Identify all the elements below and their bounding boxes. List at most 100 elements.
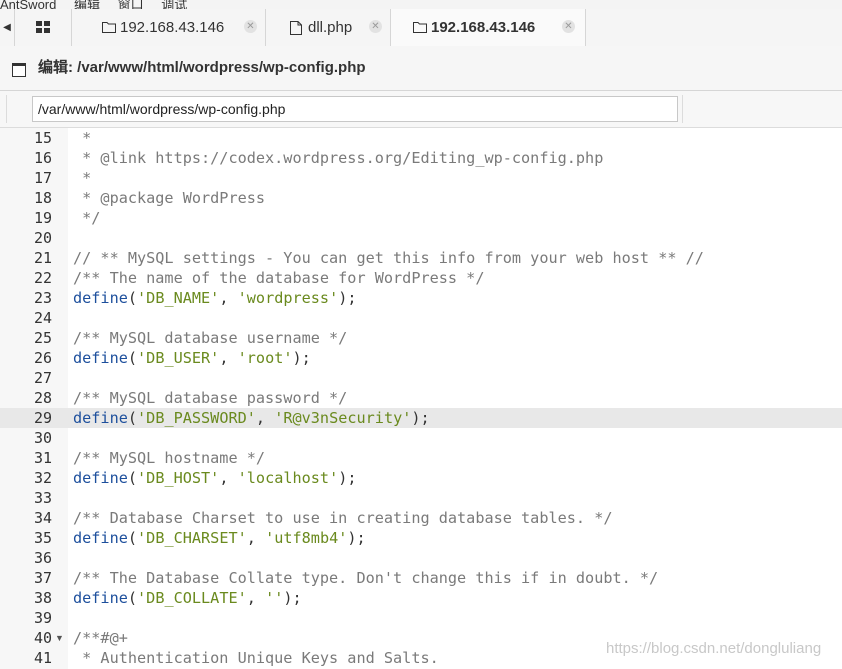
- tab-label: 192.168.43.146: [120, 19, 225, 36]
- line-number: 35: [33, 529, 52, 547]
- tab-home[interactable]: [15, 9, 72, 46]
- code-text: /** Database Charset to use in creating …: [73, 509, 613, 527]
- tab-dll-php[interactable]: dll.php ✕: [266, 9, 391, 46]
- code-line[interactable]: 31 /** MySQL hostname */: [0, 448, 842, 468]
- code-text: * @package WordPress: [73, 189, 266, 207]
- line-number: 24: [33, 309, 52, 327]
- code-text: * @link https://codex.wordpress.org/Edit…: [73, 149, 604, 167]
- code-line[interactable]: 26 define('DB_USER', 'root');: [0, 348, 842, 368]
- code-line[interactable]: 32 define('DB_HOST', 'localhost');: [0, 468, 842, 488]
- code-line[interactable]: 37 /** The Database Collate type. Don't c…: [0, 568, 842, 588]
- menu-item-edit[interactable]: 编辑: [74, 0, 100, 9]
- code-text: *: [73, 169, 92, 187]
- code-line[interactable]: 33: [0, 488, 842, 508]
- code-line[interactable]: 29 define('DB_PASSWORD', 'R@v3nSecurity')…: [0, 408, 842, 428]
- code-line[interactable]: 30: [0, 428, 842, 448]
- code-line[interactable]: 19 */: [0, 208, 842, 228]
- folder-icon: [102, 22, 116, 33]
- code-text: // ** MySQL settings - You can get this …: [73, 249, 704, 267]
- code-text: /** MySQL hostname */: [73, 449, 266, 467]
- fold-caret-icon[interactable]: ▼: [55, 628, 64, 648]
- code-line[interactable]: 23 define('DB_NAME', 'wordpress');: [0, 288, 842, 308]
- line-number: 20: [33, 229, 52, 247]
- toolbar-divider: [6, 95, 7, 123]
- line-number: 25: [33, 329, 52, 347]
- code-line[interactable]: 22 /** The name of the database for WordP…: [0, 268, 842, 288]
- code-text: define('DB_USER', 'root');: [73, 349, 311, 367]
- menu-item-antsword[interactable]: AntSword: [0, 0, 56, 9]
- code-line[interactable]: 15 *: [0, 128, 842, 148]
- line-number: 40: [33, 629, 52, 647]
- line-number: 23: [33, 289, 52, 307]
- tab-scroll-left-button[interactable]: ◀: [0, 9, 15, 46]
- line-number: 15: [33, 129, 52, 147]
- line-number: 21: [33, 249, 52, 267]
- code-text: *: [73, 129, 92, 147]
- code-text: /** The name of the database for WordPre…: [73, 269, 485, 287]
- code-line[interactable]: 20: [0, 228, 842, 248]
- code-line[interactable]: 27: [0, 368, 842, 388]
- code-text: */: [73, 209, 101, 227]
- line-number: 28: [33, 389, 52, 407]
- line-number: 41: [33, 649, 52, 667]
- menu-item-window[interactable]: 窗口: [118, 0, 144, 9]
- close-icon[interactable]: ✕: [562, 20, 575, 33]
- line-number: 37: [33, 569, 52, 587]
- path-toolbar: [0, 91, 842, 128]
- line-number: 29: [33, 409, 52, 427]
- menu-item-debug[interactable]: 调试: [161, 0, 187, 9]
- tab-host-2-active[interactable]: 192.168.43.146 ✕: [391, 9, 586, 46]
- tab-bar: ◀ 192.168.43.146 ✕ dll.php ✕ 192.168.43.…: [0, 9, 842, 47]
- tab-label: dll.php: [308, 19, 353, 36]
- code-lines: 15 * 16 * @link https://codex.wordpress.o…: [0, 128, 842, 668]
- file-path-input[interactable]: [32, 96, 678, 122]
- tab-label: 192.168.43.146: [431, 19, 536, 36]
- code-text: define('DB_COLLATE', '');: [73, 589, 302, 607]
- toolbar-divider: [682, 95, 683, 123]
- line-number: 32: [33, 469, 52, 487]
- code-text: /**#@+: [73, 629, 128, 647]
- code-line[interactable]: 25 /** MySQL database username */: [0, 328, 842, 348]
- code-line[interactable]: 21 // ** MySQL settings - You can get thi…: [0, 248, 842, 268]
- line-number: 26: [33, 349, 52, 367]
- code-line[interactable]: 17 *: [0, 168, 842, 188]
- code-editor[interactable]: 15 * 16 * @link https://codex.wordpress.o…: [0, 128, 842, 669]
- close-icon[interactable]: ✕: [244, 20, 257, 33]
- line-number: 19: [33, 209, 52, 227]
- code-line[interactable]: 36: [0, 548, 842, 568]
- code-text: define('DB_PASSWORD', 'R@v3nSecurity');: [73, 409, 430, 427]
- line-number: 36: [33, 549, 52, 567]
- code-line[interactable]: 16 * @link https://codex.wordpress.org/E…: [0, 148, 842, 168]
- code-text: define('DB_CHARSET', 'utf8mb4');: [73, 529, 366, 547]
- code-line[interactable]: 35 define('DB_CHARSET', 'utf8mb4');: [0, 528, 842, 548]
- watermark: https://blog.csdn.net/dongluliang: [606, 640, 822, 657]
- line-number: 17: [33, 169, 52, 187]
- line-number: 33: [33, 489, 52, 507]
- tab-host-1[interactable]: 192.168.43.146 ✕: [72, 9, 266, 46]
- close-icon[interactable]: ✕: [369, 20, 382, 33]
- file-icon: [290, 21, 302, 35]
- code-line[interactable]: 24: [0, 308, 842, 328]
- line-number: 31: [33, 449, 52, 467]
- code-text: /** MySQL database password */: [73, 389, 348, 407]
- line-number: 18: [33, 189, 52, 207]
- line-number: 22: [33, 269, 52, 287]
- editor-window-titlebar: 编辑: /var/www/html/wordpress/wp-config.ph…: [0, 46, 842, 91]
- line-number: 38: [33, 589, 52, 607]
- line-number: 16: [33, 149, 52, 167]
- line-number: 30: [33, 429, 52, 447]
- code-line[interactable]: 39: [0, 608, 842, 628]
- code-line[interactable]: 28 /** MySQL database password */: [0, 388, 842, 408]
- chevron-left-icon: ◀: [3, 22, 11, 33]
- code-text: /** MySQL database username */: [73, 329, 348, 347]
- code-line[interactable]: 34 /** Database Charset to use in creatin…: [0, 508, 842, 528]
- menu-bar: AntSword 编辑 窗口 调试: [0, 0, 842, 9]
- code-text: define('DB_HOST', 'localhost');: [73, 469, 357, 487]
- grid-icon: [36, 21, 50, 33]
- code-line[interactable]: 38 define('DB_COLLATE', '');: [0, 588, 842, 608]
- code-line[interactable]: 18 * @package WordPress: [0, 188, 842, 208]
- line-number: 34: [33, 509, 52, 527]
- window-title: 编辑: /var/www/html/wordpress/wp-config.ph…: [38, 59, 366, 76]
- line-number: 39: [33, 609, 52, 627]
- code-text: define('DB_NAME', 'wordpress');: [73, 289, 357, 307]
